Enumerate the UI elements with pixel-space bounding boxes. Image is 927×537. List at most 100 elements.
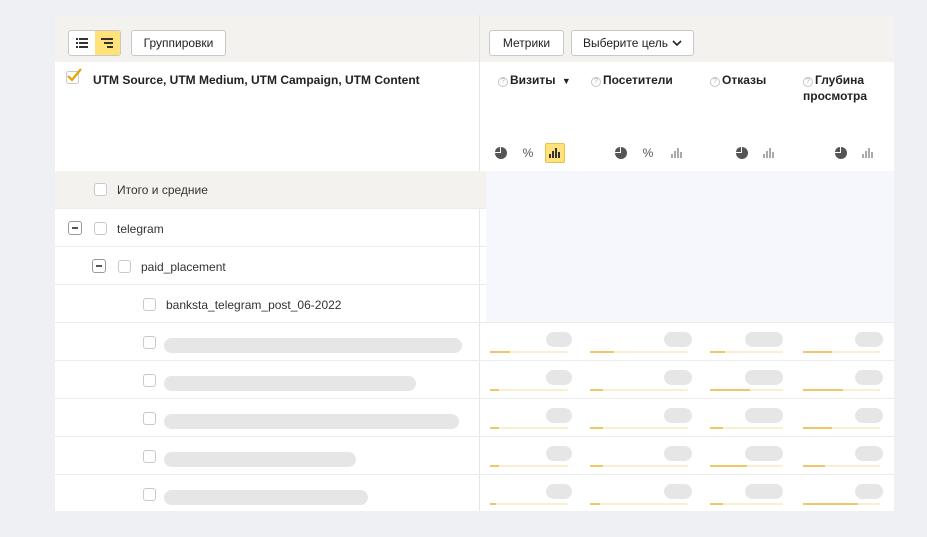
share-bar-fill xyxy=(710,351,725,353)
goal-select[interactable]: Выберите цель xyxy=(571,30,694,56)
value-skeleton xyxy=(745,484,783,499)
bar-view-button[interactable] xyxy=(667,143,687,163)
metric-visits-label: Визиты xyxy=(510,73,556,87)
share-bar-track xyxy=(803,503,880,505)
pie-view-button[interactable] xyxy=(611,143,631,163)
name-skeleton xyxy=(164,376,416,391)
loading-row xyxy=(55,399,894,437)
pie-view-button[interactable] xyxy=(831,143,851,163)
metric-visitors-label: Посетители xyxy=(603,73,673,87)
row-checkbox[interactable] xyxy=(143,412,156,425)
value-skeleton xyxy=(855,484,883,499)
value-skeleton xyxy=(546,484,572,499)
name-skeleton xyxy=(164,490,368,505)
groupings-button[interactable]: Группировки xyxy=(131,30,226,56)
row-divider xyxy=(55,284,486,285)
dimensions-checkbox[interactable] xyxy=(66,68,82,84)
value-skeleton xyxy=(664,370,692,385)
share-bar-fill xyxy=(490,351,510,353)
share-bar-fill xyxy=(803,465,825,467)
paid-placement-checkbox[interactable] xyxy=(118,260,131,273)
dimensions-header: UTM Source, UTM Medium, UTM Campaign, UT… xyxy=(93,73,420,87)
share-bar-fill xyxy=(803,503,858,505)
value-skeleton xyxy=(664,446,692,461)
bar-view-button[interactable] xyxy=(858,143,878,163)
percent-view-button[interactable]: % xyxy=(518,143,538,163)
metric-bounces-label: Отказы xyxy=(722,73,767,87)
value-skeleton xyxy=(855,446,883,461)
telegram-checkbox[interactable] xyxy=(94,222,107,235)
pie-view-button[interactable] xyxy=(491,143,511,163)
share-bar-fill xyxy=(490,427,499,429)
value-skeleton xyxy=(855,408,883,423)
metric-bounces-header[interactable]: ? Отказы xyxy=(710,72,766,88)
metric-visits-header[interactable]: ? Визиты ▼ xyxy=(498,72,571,89)
help-icon[interactable]: ? xyxy=(710,77,720,87)
help-icon[interactable]: ? xyxy=(498,77,508,87)
help-icon[interactable]: ? xyxy=(591,77,601,87)
share-bar-track xyxy=(590,427,688,429)
share-bar-fill xyxy=(710,427,723,429)
share-bar-track xyxy=(710,465,783,467)
value-skeleton xyxy=(855,332,883,347)
percent-icon: % xyxy=(522,146,534,160)
metrics-loading-area xyxy=(486,171,894,323)
value-skeleton xyxy=(745,370,783,385)
bar-chart-icon xyxy=(671,148,682,158)
name-skeleton xyxy=(164,338,462,353)
campaign-checkbox[interactable] xyxy=(143,298,156,311)
percent-view-button[interactable]: % xyxy=(638,143,658,163)
loading-row xyxy=(55,437,894,475)
share-bar-track xyxy=(590,465,688,467)
share-bar-fill xyxy=(590,503,600,505)
pie-chart-icon xyxy=(835,147,847,159)
share-bar-fill xyxy=(490,465,499,467)
pie-chart-icon xyxy=(615,147,627,159)
row-divider xyxy=(55,208,486,209)
metrics-button[interactable]: Метрики xyxy=(489,30,564,56)
list-view-toggle[interactable] xyxy=(69,31,95,55)
bar-view-button[interactable] xyxy=(759,143,779,163)
share-bar-track xyxy=(710,351,783,353)
share-bar-track xyxy=(490,503,568,505)
share-bar-track xyxy=(710,427,783,429)
share-bar-fill xyxy=(710,465,747,467)
share-bar-fill xyxy=(803,351,832,353)
share-bar-fill xyxy=(710,389,750,391)
row-checkbox[interactable] xyxy=(143,488,156,501)
collapse-toggle-paid-placement[interactable] xyxy=(92,259,106,273)
metrics-button-label: Метрики xyxy=(502,36,551,50)
row-checkbox[interactable] xyxy=(143,450,156,463)
chevron-down-icon xyxy=(672,39,682,46)
share-bar-track xyxy=(590,503,688,505)
share-bar-track xyxy=(590,351,688,353)
row-checkbox[interactable] xyxy=(143,336,156,349)
share-bar-track xyxy=(803,389,880,391)
value-skeleton xyxy=(546,332,572,347)
value-skeleton xyxy=(664,332,692,347)
list-icon xyxy=(75,38,88,48)
collapse-toggle-telegram[interactable] xyxy=(68,221,82,235)
percent-icon: % xyxy=(642,146,654,160)
share-bar-track xyxy=(590,389,688,391)
share-bar-track xyxy=(803,351,880,353)
totals-checkbox[interactable] xyxy=(94,183,107,196)
pie-view-button[interactable] xyxy=(732,143,752,163)
groupings-button-label: Группировки xyxy=(143,36,214,50)
metric-visitors-header[interactable]: ? Посетители xyxy=(591,72,673,88)
share-bar-track xyxy=(490,465,568,467)
value-skeleton xyxy=(664,408,692,423)
value-skeleton xyxy=(546,446,572,461)
row-label-medium: paid_placement xyxy=(141,260,226,274)
share-bar-track xyxy=(490,351,568,353)
row-checkbox[interactable] xyxy=(143,374,156,387)
bar-chart-icon xyxy=(862,148,873,158)
row-label-source: telegram xyxy=(117,222,164,236)
bar-view-button[interactable] xyxy=(545,143,565,163)
totals-label: Итого и средние xyxy=(117,183,208,197)
help-icon[interactable]: ? xyxy=(803,77,813,87)
tree-view-toggle[interactable] xyxy=(94,31,120,55)
metric-depth-header[interactable]: ? Глубина просмотра xyxy=(803,72,883,104)
share-bar-fill xyxy=(590,465,603,467)
share-bar-track xyxy=(803,465,880,467)
